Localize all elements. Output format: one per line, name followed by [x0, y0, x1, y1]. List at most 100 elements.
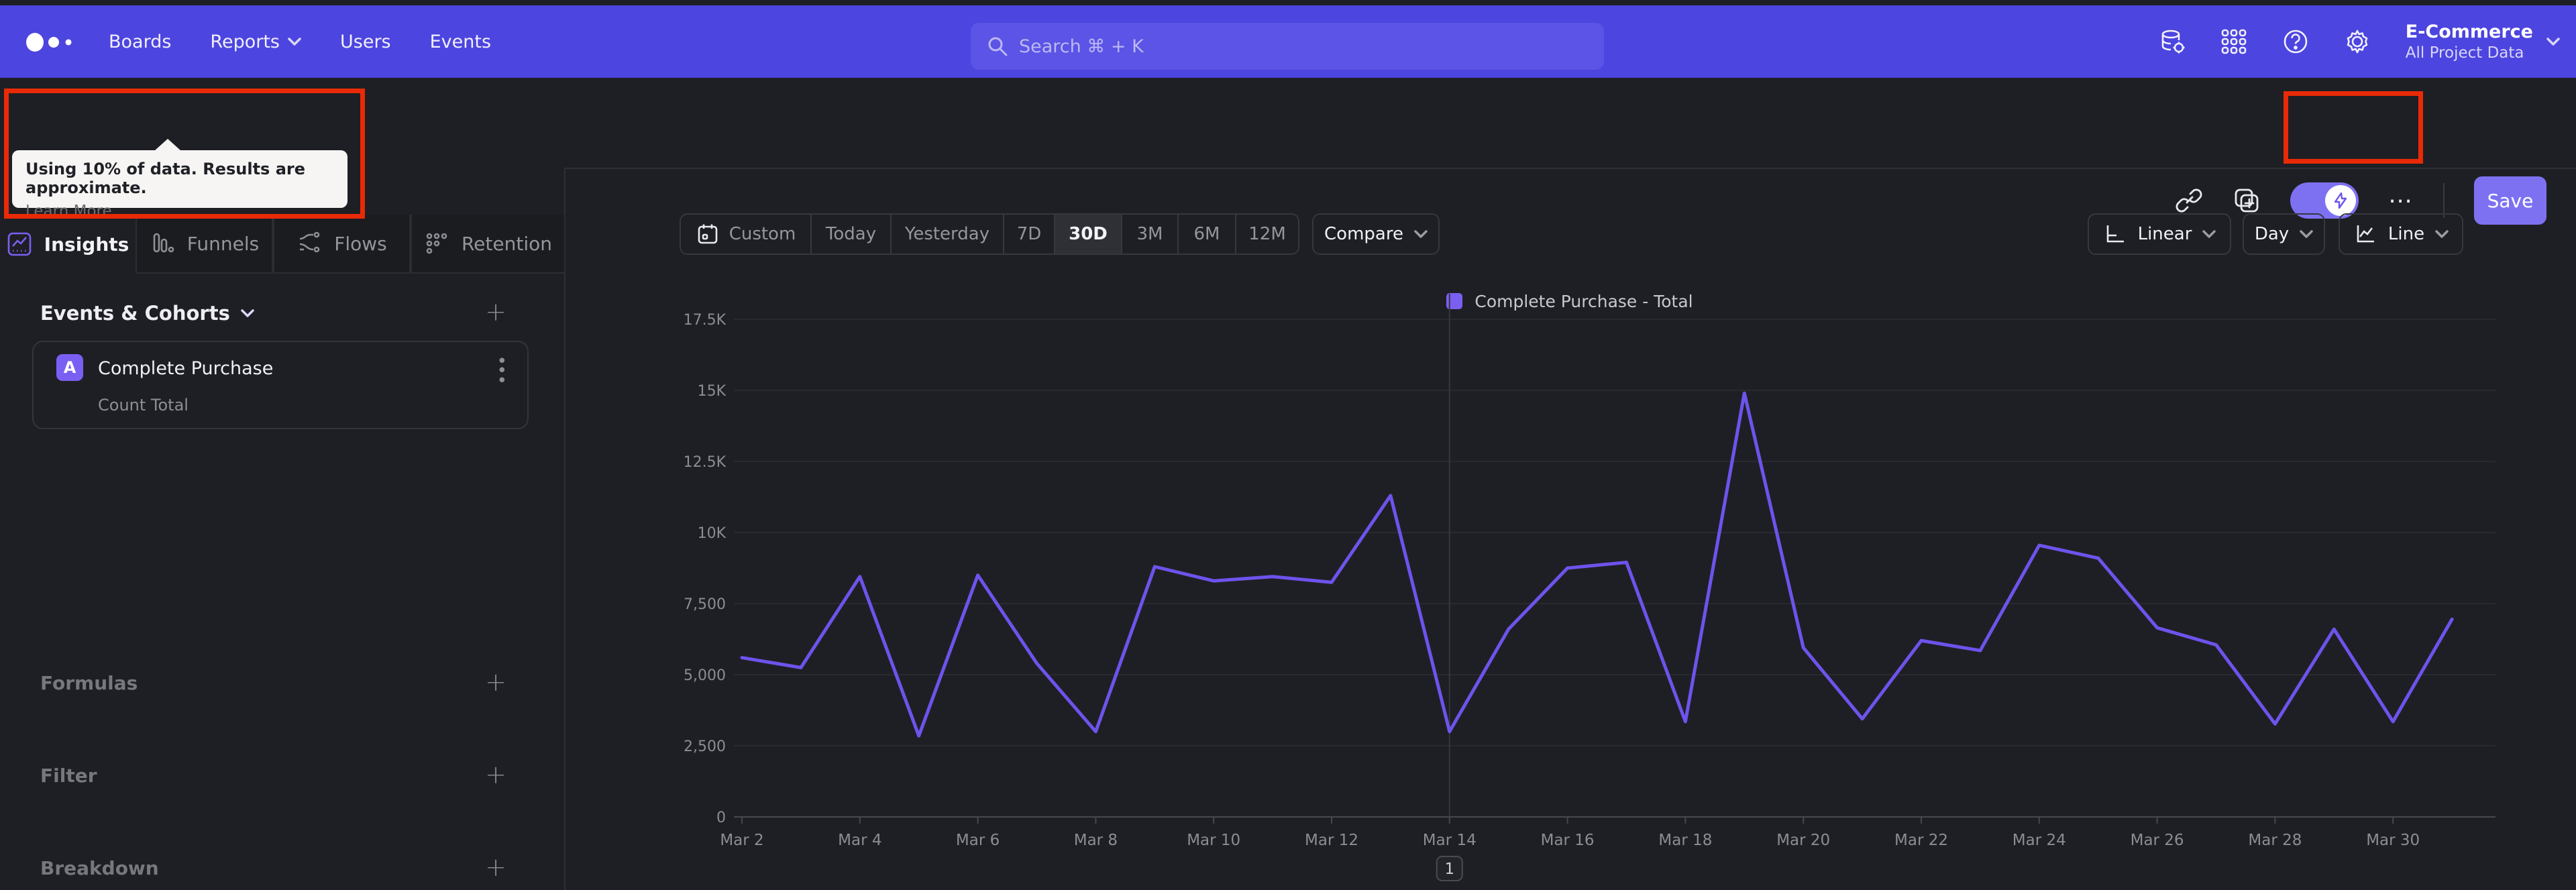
range-3m[interactable]: 3M	[1122, 215, 1179, 254]
search-icon	[988, 37, 1008, 56]
svg-text:Mar 30: Mar 30	[2366, 832, 2420, 849]
tab-retention[interactable]: Retention	[411, 215, 566, 274]
range-12m[interactable]: 12M	[1236, 215, 1298, 254]
svg-text:Mar 24: Mar 24	[2012, 832, 2066, 849]
compare-label: Compare	[1324, 224, 1403, 244]
event-kebab-menu[interactable]: • • •	[497, 353, 507, 390]
tab-insights[interactable]: Insights	[0, 215, 136, 274]
events-cohorts-header[interactable]: Events & Cohorts	[40, 302, 254, 325]
svg-text:Mar 18: Mar 18	[1658, 832, 1712, 849]
nav-events[interactable]: Events	[430, 32, 491, 52]
tab-retention-label: Retention	[461, 232, 552, 255]
svg-text:1: 1	[1444, 860, 1454, 878]
sampling-toggle-knob	[2325, 185, 2356, 216]
svg-text:12.5K: 12.5K	[684, 454, 727, 471]
range-3m-label: 3M	[1136, 224, 1163, 244]
chevron-down-icon	[1414, 230, 1428, 238]
scale-label: Linear	[2137, 224, 2192, 244]
range-12m-label: 12M	[1248, 224, 1286, 244]
line-chart[interactable]: 0 2,500 5,000 7,500 10K 12.5K 15K 17.5K Mar 2 Mar…	[564, 282, 2576, 890]
granularity-label: Day	[2254, 224, 2290, 244]
tooltip-arrow	[154, 139, 181, 151]
learn-more-link[interactable]: Learn More	[25, 203, 334, 220]
tab-flows-label: Flows	[334, 232, 387, 255]
svg-text:Mar 10: Mar 10	[1187, 832, 1240, 849]
linear-axis-icon	[2106, 225, 2124, 243]
insights-icon	[7, 232, 31, 256]
copy-link-icon[interactable]	[2175, 186, 2203, 215]
chevron-down-icon	[2546, 38, 2560, 46]
range-custom[interactable]: Custom	[681, 215, 812, 254]
save-button[interactable]: Save	[2474, 176, 2546, 225]
search-placeholder: Search ⌘ + K	[1019, 36, 1144, 57]
range-yesterday-label: Yesterday	[904, 224, 990, 244]
breakdown-section-label: Breakdown	[40, 857, 159, 879]
svg-text:2,500: 2,500	[684, 738, 726, 755]
range-30d-label: 30D	[1069, 224, 1108, 244]
more-options-button[interactable]: ⋯	[2388, 187, 2414, 215]
svg-text:Mar 14: Mar 14	[1423, 832, 1477, 849]
tab-funnels[interactable]: Funnels	[136, 215, 273, 274]
settings-gear-icon[interactable]	[2344, 28, 2371, 55]
svg-text:Mar 16: Mar 16	[1541, 832, 1595, 849]
formulas-section-label: Formulas	[40, 672, 138, 694]
report-header: Untitled Sampled + Add description...	[0, 78, 2576, 225]
mixpanel-logo[interactable]	[24, 31, 89, 54]
add-to-board-icon[interactable]	[2233, 186, 2261, 215]
top-nav: Boards Reports Users Events Search ⌘ + K	[0, 5, 2576, 78]
chevron-down-icon	[2202, 230, 2216, 238]
nav-events-label: Events	[429, 31, 492, 52]
tab-funnels-label: Funnels	[186, 232, 260, 255]
svg-text:Mar 2: Mar 2	[720, 832, 763, 849]
range-custom-label: Custom	[729, 224, 796, 244]
project-scope: All Project Data	[2405, 44, 2524, 62]
nav-users-label: Users	[340, 31, 391, 52]
nav-reports[interactable]: Reports	[210, 32, 301, 52]
events-cohorts-label: Events & Cohorts	[40, 302, 230, 325]
event-metric[interactable]: Count Total	[98, 396, 189, 414]
project-switcher[interactable]: E-Commerce All Project Data	[2406, 21, 2560, 63]
svg-text:0: 0	[716, 810, 726, 826]
svg-text:Mar 4: Mar 4	[838, 832, 881, 849]
add-formula-button[interactable]: +	[485, 669, 506, 695]
chart-type-label: Line	[2387, 224, 2425, 244]
svg-text:Mar 20: Mar 20	[1776, 832, 1830, 849]
granularity-selector[interactable]: Day	[2243, 213, 2325, 255]
retention-icon	[426, 233, 447, 254]
range-today[interactable]: Today	[812, 215, 892, 254]
svg-text:Mar 8: Mar 8	[1074, 832, 1118, 849]
report-type-tabs: Insights Funnels Flows Retention	[0, 215, 566, 274]
event-name: Complete Purchase	[98, 358, 274, 379]
apps-grid-icon[interactable]	[2220, 28, 2247, 55]
flows-icon	[300, 231, 320, 253]
nav-boards-label: Boards	[109, 31, 172, 52]
scale-selector[interactable]: Linear	[2088, 213, 2231, 255]
svg-text:Mar 12: Mar 12	[1305, 832, 1358, 849]
add-event-button[interactable]: +	[485, 299, 506, 325]
svg-text:Mar 22: Mar 22	[1894, 832, 1948, 849]
chevron-down-icon	[2300, 230, 2313, 238]
event-card[interactable]: A Complete Purchase Count Total • • •	[32, 341, 529, 429]
add-filter-button[interactable]: +	[485, 762, 506, 787]
data-management-icon[interactable]	[2159, 28, 2186, 55]
search-input[interactable]: Search ⌘ + K	[971, 23, 1604, 70]
range-7d[interactable]: 7D	[1004, 215, 1055, 254]
calendar-icon	[698, 224, 717, 244]
svg-text:Mar 26: Mar 26	[2131, 832, 2184, 849]
tab-flows[interactable]: Flows	[273, 215, 411, 274]
range-6m-label: 6M	[1193, 224, 1220, 244]
range-yesterday[interactable]: Yesterday	[892, 215, 1004, 254]
add-breakdown-button[interactable]: +	[485, 854, 506, 880]
svg-text:Mar 28: Mar 28	[2248, 832, 2302, 849]
compare-button[interactable]: Compare	[1312, 213, 1440, 255]
funnels-icon	[153, 233, 174, 253]
help-icon[interactable]	[2282, 28, 2309, 55]
tab-insights-label: Insights	[44, 233, 129, 256]
annotation-marker: 1	[1436, 856, 1463, 881]
chart-type-selector[interactable]: Line	[2339, 213, 2463, 255]
nav-users[interactable]: Users	[340, 32, 391, 52]
nav-reports-label: Reports	[210, 31, 280, 52]
range-6m[interactable]: 6M	[1179, 215, 1236, 254]
nav-boards[interactable]: Boards	[109, 32, 171, 52]
range-30d[interactable]: 30D	[1055, 215, 1122, 254]
